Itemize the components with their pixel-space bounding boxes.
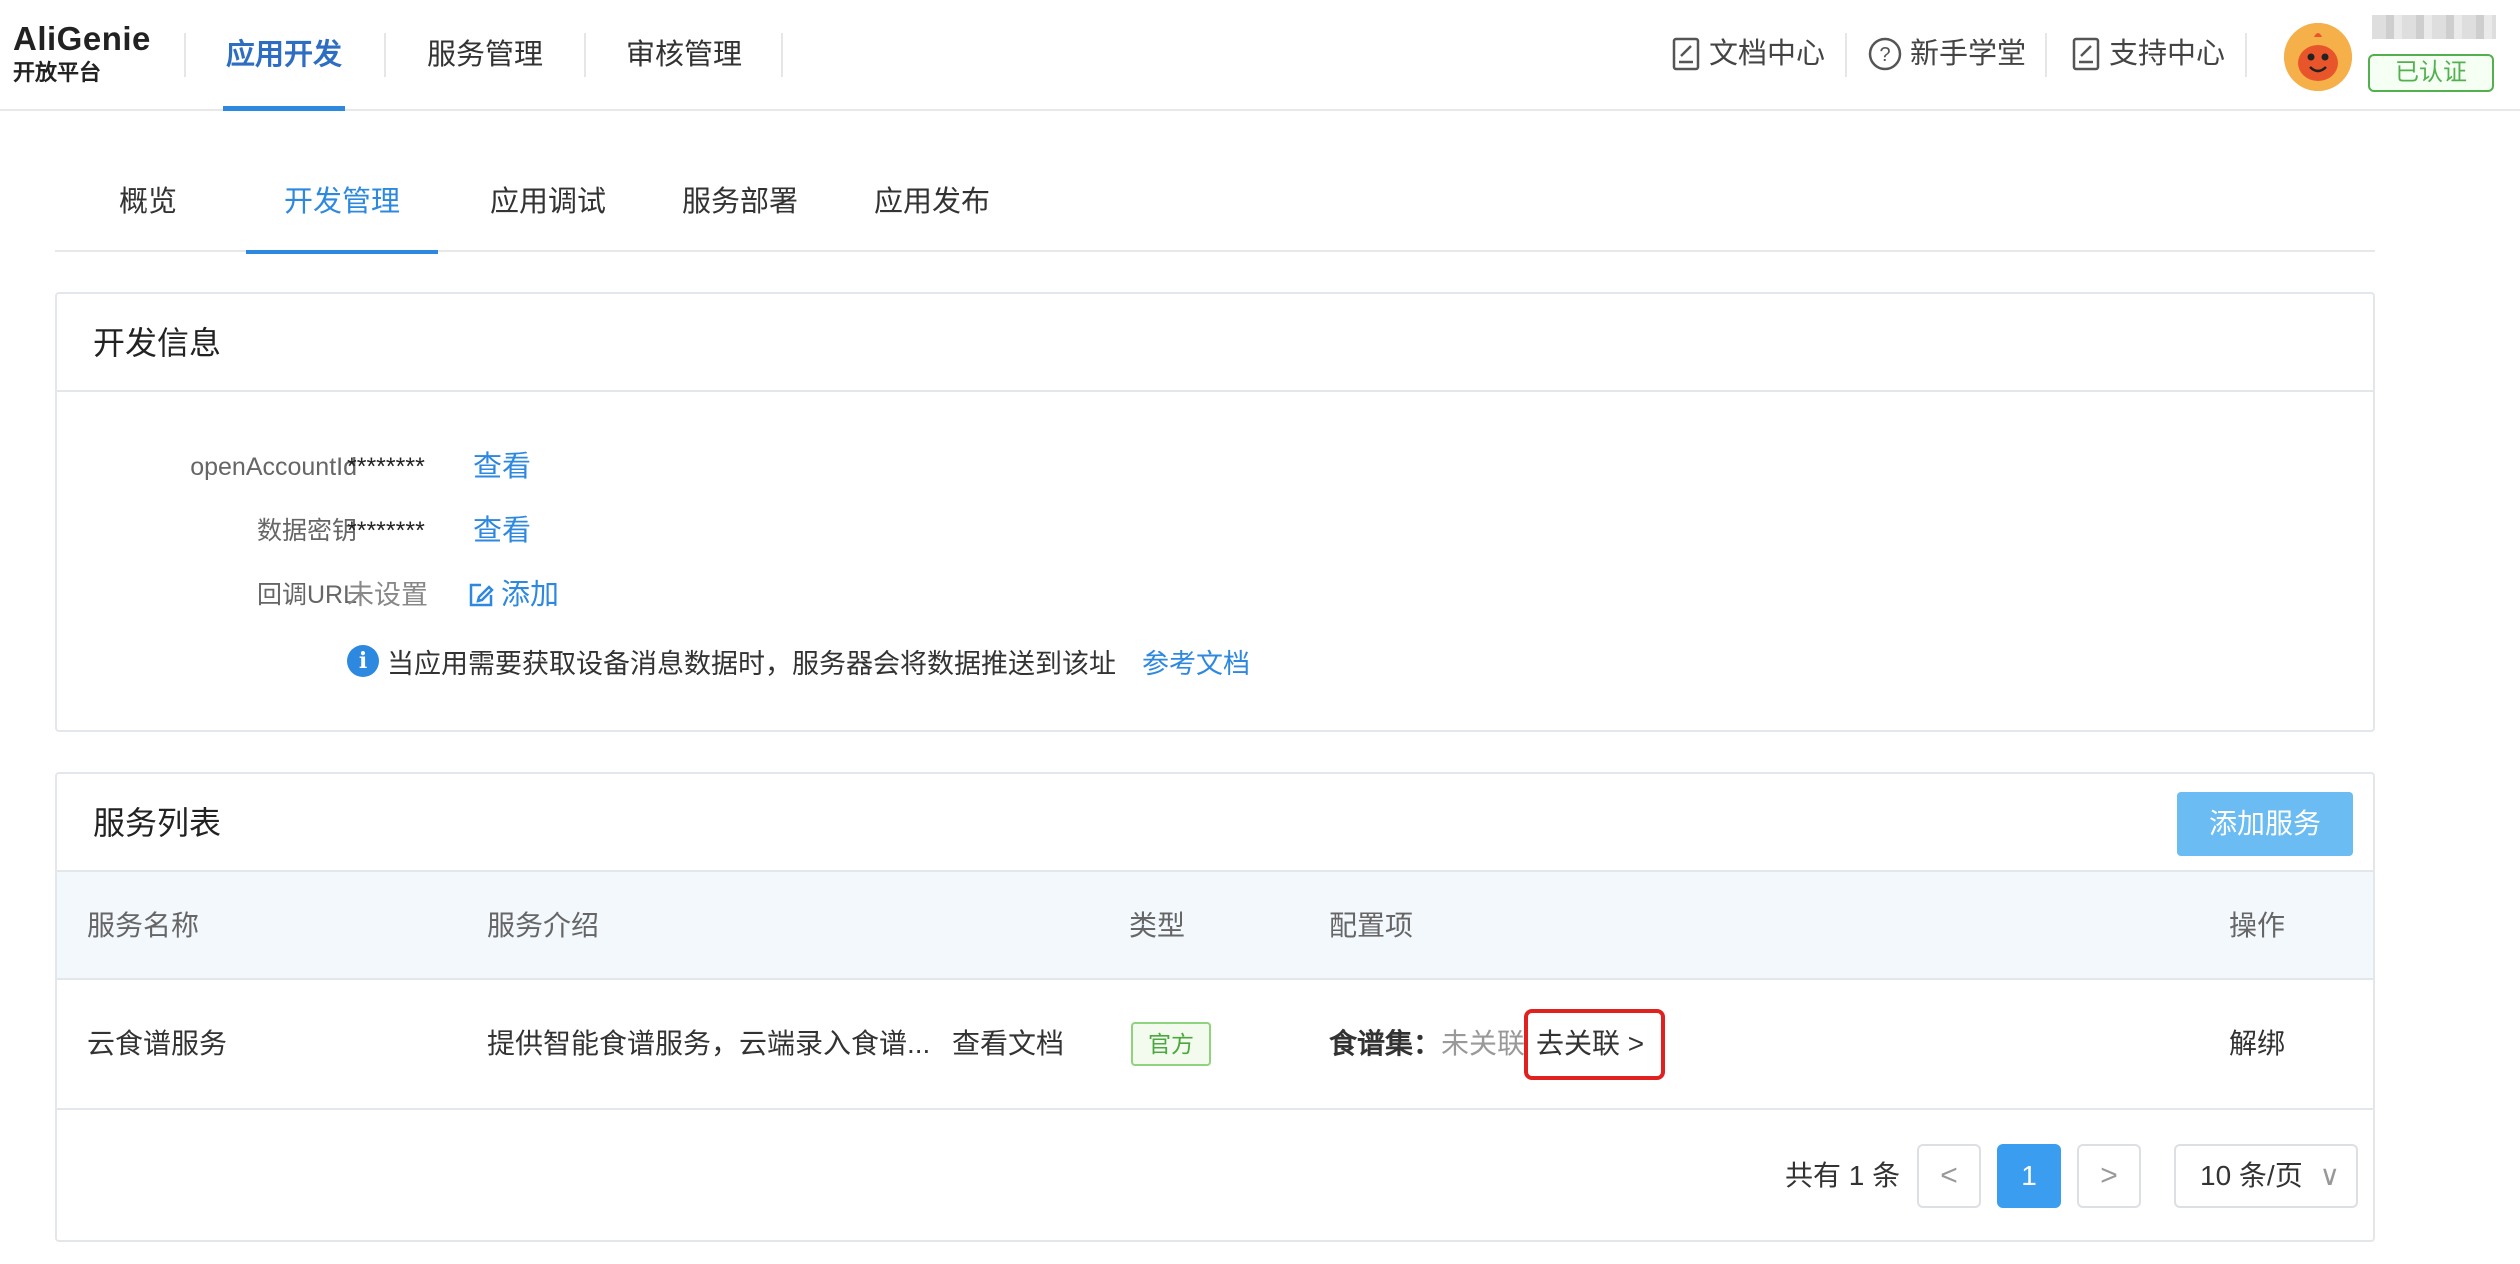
nav-divider	[2045, 33, 2047, 77]
doc-center-link[interactable]: 文档中心	[1671, 32, 1825, 76]
prev-page-button[interactable]: <	[1917, 1144, 1981, 1208]
view-data-key-link[interactable]: 查看	[473, 509, 531, 553]
tab-overview[interactable]: 概览	[55, 160, 241, 252]
reference-doc-link[interactable]: 参考文档	[1142, 642, 1250, 681]
beginner-school-label: 新手学堂	[1910, 38, 2027, 70]
config-label: 食谱集：	[1329, 1028, 1442, 1059]
dev-info-header: 开发信息	[57, 294, 2373, 392]
top-nav: AliGenie 开放平台 应用开发 服务管理 审核管理 文档中心 ? 新手学堂	[0, 0, 2520, 111]
table-header: 服务名称 服务介绍 类型 配置项 操作	[57, 872, 2373, 980]
table-row: 云食谱服务 提供智能食谱服务，云端录入食谱... 查看文档 官方 食谱集： 未关…	[57, 980, 2373, 1110]
service-list-title: 服务列表	[93, 805, 222, 841]
column-header-intro: 服务介绍	[487, 910, 600, 941]
column-header-action: 操作	[2229, 910, 2286, 941]
info-value-masked: ********	[347, 517, 425, 545]
tab-label: 应用发布	[873, 186, 990, 218]
tab-label: 开发管理	[283, 186, 400, 218]
service-list-card: 服务列表 添加服务 服务名称 服务介绍 类型 配置项 操作 云食谱服务 提供智能…	[55, 772, 2375, 1242]
tab-app-debug[interactable]: 应用调试	[468, 160, 628, 252]
nav-divider	[1845, 33, 1847, 77]
page-1-button[interactable]: 1	[1997, 1144, 2061, 1208]
service-list-header: 服务列表 添加服务	[57, 774, 2373, 872]
info-label: 回调URL	[256, 581, 357, 609]
doc-center-label: 文档中心	[1709, 38, 1826, 70]
nav-tab-active-indicator	[223, 106, 345, 111]
nav-tab-label: 服务管理	[426, 39, 543, 71]
nav-divider	[2245, 33, 2247, 77]
page-size-select[interactable]: 10 条/页 ∨	[2174, 1144, 2358, 1208]
nav-tab-label: 应用开发	[225, 39, 342, 71]
info-label: 数据密钥	[256, 517, 357, 545]
logo-title: AliGenie	[13, 20, 151, 57]
info-row-data-key: 数据密钥 ******** 查看	[57, 509, 2373, 553]
page-size-value: 10 条/页	[2200, 1160, 2303, 1191]
support-center-link[interactable]: 支持中心	[2071, 32, 2225, 76]
view-open-account-id-link[interactable]: 查看	[473, 445, 531, 489]
info-row-callback-url: 回调URL 未设置 添加	[57, 573, 2373, 617]
tab-label: 应用调试	[489, 186, 606, 218]
edit-icon	[469, 583, 494, 607]
nav-tab-app-dev[interactable]: 应用开发	[223, 0, 345, 111]
info-icon: i	[347, 645, 379, 677]
username-blurred	[2372, 15, 2496, 39]
hint-text: 当应用需要获取设备消息数据时，服务器会将数据推送到该址	[387, 648, 1116, 679]
chevron-down-icon: ∨	[2319, 1160, 2341, 1191]
highlight-annotation	[1524, 1009, 1665, 1080]
info-label: openAccountId	[190, 453, 357, 481]
callback-url-value: 未设置	[347, 580, 428, 610]
nav-tab-review-mgmt[interactable]: 审核管理	[620, 0, 748, 111]
nav-divider	[384, 33, 386, 77]
column-header-type: 类型	[1129, 910, 1186, 941]
tab-service-deploy[interactable]: 服务部署	[660, 160, 820, 252]
document-icon	[1672, 37, 1700, 71]
column-header-name: 服务名称	[87, 910, 200, 941]
service-intro: 提供智能食谱服务，云端录入食谱...	[487, 1028, 931, 1059]
pagination: 共有 1 条 < 1 > 10 条/页 ∨	[57, 1144, 2373, 1208]
nav-tab-service-mgmt[interactable]: 服务管理	[421, 0, 549, 111]
sub-tabs: 概览 开发管理 应用调试 服务部署 应用发布	[55, 160, 2375, 254]
logo-subtitle: 开放平台	[13, 60, 102, 85]
config-status: 未关联	[1441, 1028, 1526, 1059]
info-value-masked: ********	[347, 453, 425, 481]
tab-label: 概览	[118, 186, 177, 218]
support-center-label: 支持中心	[2109, 38, 2226, 70]
add-link-label: 添加	[501, 579, 560, 611]
document-icon	[2072, 37, 2100, 71]
dev-info-title: 开发信息	[93, 325, 222, 361]
svg-text:?: ?	[1879, 44, 1890, 66]
unbind-link[interactable]: 解绑	[2229, 980, 2285, 1108]
nav-divider	[781, 33, 783, 77]
tab-app-publish[interactable]: 应用发布	[852, 160, 1012, 252]
view-doc-link[interactable]: 查看文档	[952, 980, 1064, 1108]
avatar[interactable]	[2284, 23, 2352, 91]
add-callback-url-link[interactable]: 添加	[467, 573, 559, 617]
info-row-open-account-id: openAccountId ******** 查看	[57, 445, 2373, 489]
tab-label: 服务部署	[681, 186, 798, 218]
nav-divider	[584, 33, 586, 77]
logo[interactable]: AliGenie 开放平台	[13, 20, 151, 88]
callback-hint: i 当应用需要获取设备消息数据时，服务器会将数据推送到该址 参考文档	[347, 639, 1250, 683]
pagination-total: 共有 1 条	[1785, 1160, 1901, 1191]
nav-tab-label: 审核管理	[625, 39, 742, 71]
nav-divider	[184, 33, 186, 77]
column-header-config: 配置项	[1329, 910, 1414, 941]
help-circle-icon: ?	[1868, 37, 1902, 71]
add-service-button[interactable]: 添加服务	[2177, 792, 2353, 856]
tab-active-indicator	[246, 250, 438, 254]
tab-dev-management[interactable]: 开发管理	[246, 160, 438, 254]
avatar-mascot-icon	[2284, 23, 2352, 91]
type-tag-official: 官方	[1131, 1022, 1211, 1066]
next-page-button[interactable]: >	[2077, 1144, 2141, 1208]
verified-badge: 已认证	[2368, 54, 2494, 92]
beginner-school-link[interactable]: ? 新手学堂	[1868, 32, 2026, 76]
service-name: 云食谱服务	[87, 1028, 228, 1059]
dev-info-card: 开发信息 openAccountId ******** 查看 数据密钥 ****…	[55, 292, 2375, 732]
